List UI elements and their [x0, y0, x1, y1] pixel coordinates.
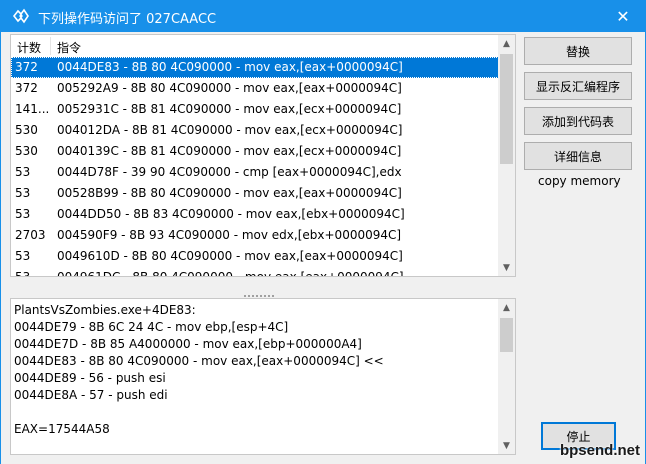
row-count: 53 [15, 165, 31, 179]
row-instruction: 0044D78F - 39 90 4C090000 - cmp [eax+000… [57, 165, 402, 179]
scroll-up-arrow-icon[interactable]: ▲ [498, 299, 515, 316]
detail-line: 0044DE79 - 8B 6C 24 4C - mov ebp,[esp+4C… [14, 320, 289, 334]
row-instruction: 004961DC - 8B 80 4C090000 - mov eax,[eax… [57, 270, 404, 277]
detail-line: 0044DE83 - 8B 80 4C090000 - mov eax,[eax… [14, 354, 384, 368]
disassembly-detail-panel[interactable]: PlantsVsZombies.exe+4DE83: 0044DE79 - 8B … [10, 298, 516, 455]
row-count: 530 [15, 123, 38, 137]
table-row[interactable]: 53 0044DD50 - 8B 83 4C090000 - mov eax,[e… [11, 204, 499, 225]
window-border-left [0, 32, 1, 464]
detail-line: PlantsVsZombies.exe+4DE83: [14, 303, 196, 317]
table-row[interactable]: 2703 004590F9 - 8B 93 4C090000 - mov edx,… [11, 225, 499, 246]
scroll-down-arrow-icon[interactable]: ▼ [498, 437, 515, 454]
row-count: 372 [15, 60, 38, 74]
row-instruction: 005292A9 - 8B 80 4C090000 - mov eax,[eax… [57, 81, 402, 95]
row-count: 53 [15, 249, 31, 263]
title-bar[interactable]: 下列操作码访问了 027CAACC ✕ [0, 0, 646, 32]
detail-scrollbar[interactable]: ▲ ▼ [498, 299, 515, 454]
column-header-instruction[interactable]: 指令 [57, 39, 81, 56]
row-instruction: 004012DA - 8B 81 4C090000 - mov eax,[ecx… [57, 123, 403, 137]
detail-line: EAX=17544A58 [14, 422, 110, 436]
cheat-engine-icon [12, 8, 30, 24]
more-info-button[interactable]: 详细信息 [524, 142, 632, 170]
scroll-up-arrow-icon[interactable]: ▲ [498, 35, 515, 52]
table-row[interactable]: 141... 0052931C - 8B 81 4C090000 - mov ea… [11, 99, 499, 120]
row-count: 2703 [15, 228, 46, 242]
table-row[interactable]: 530 004012DA - 8B 81 4C090000 - mov eax,[… [11, 120, 499, 141]
scroll-thumb[interactable] [500, 54, 513, 164]
list-rows: 372 0044DE83 - 8B 80 4C090000 - mov eax,[… [11, 57, 499, 277]
row-count: 530 [15, 144, 38, 158]
row-instruction: 0044DD50 - 8B 83 4C090000 - mov eax,[ebx… [57, 207, 405, 221]
replace-button[interactable]: 替换 [524, 37, 632, 65]
row-count: 53 [15, 207, 31, 221]
detail-line: 0044DE7D - 8B 85 A4000000 - mov eax,[ebp… [14, 337, 362, 351]
row-count: 372 [15, 81, 38, 95]
table-row[interactable]: 53 0044D78F - 39 90 4C090000 - cmp [eax+0… [11, 162, 499, 183]
row-count: 53 [15, 186, 31, 200]
show-disassembler-button[interactable]: 显示反汇编程序 [524, 72, 632, 100]
scroll-down-arrow-icon[interactable]: ▼ [498, 259, 515, 276]
table-row[interactable]: 530 0040139C - 8B 81 4C090000 - mov eax,[… [11, 141, 499, 162]
row-instruction: 00528B99 - 8B 80 4C090000 - mov eax,[eax… [57, 186, 402, 200]
window-title: 下列操作码访问了 027CAACC [38, 12, 217, 27]
row-instruction: 0052931C - 8B 81 4C090000 - mov eax,[ecx… [57, 102, 402, 116]
table-row[interactable]: 372 0044DE83 - 8B 80 4C090000 - mov eax,[… [11, 57, 499, 78]
background-strip [0, 32, 10, 464]
scroll-thumb[interactable] [500, 318, 513, 352]
table-row[interactable]: 53 0049610D - 8B 80 4C090000 - mov eax,[e… [11, 246, 499, 267]
table-row[interactable]: 53 004961DC - 8B 80 4C090000 - mov eax,[e… [11, 267, 499, 277]
detail-line: 0044DE89 - 56 - push esi [14, 371, 166, 385]
list-header: 计数 指令 [11, 35, 499, 58]
table-row[interactable]: 372 005292A9 - 8B 80 4C090000 - mov eax,[… [11, 78, 499, 99]
row-instruction: 0049610D - 8B 80 4C090000 - mov eax,[eax… [57, 249, 403, 263]
row-instruction: 004590F9 - 8B 93 4C090000 - mov edx,[ebx… [57, 228, 402, 242]
watermark-text: bpsend.net [559, 442, 640, 459]
list-scrollbar[interactable]: ▲ ▼ [498, 35, 515, 276]
detail-line: 0044DE8A - 57 - push edi [14, 388, 168, 402]
table-row[interactable]: 53 00528B99 - 8B 80 4C090000 - mov eax,[e… [11, 183, 499, 204]
row-instruction: 0040139C - 8B 81 4C090000 - mov eax,[ecx… [57, 144, 402, 158]
opcode-list[interactable]: 计数 指令 372 0044DE83 - 8B 80 4C090000 - mov… [10, 34, 516, 277]
row-count: 141... [15, 102, 50, 116]
row-instruction: 0044DE83 - 8B 80 4C090000 - mov eax,[eax… [57, 60, 403, 74]
column-header-count[interactable]: 计数 [17, 39, 41, 56]
close-button[interactable]: ✕ [600, 0, 646, 32]
column-divider[interactable] [50, 37, 51, 55]
add-to-codelist-button[interactable]: 添加到代码表 [524, 107, 632, 135]
row-count: 53 [15, 270, 31, 277]
copy-memory-label[interactable]: copy memory [538, 174, 621, 188]
